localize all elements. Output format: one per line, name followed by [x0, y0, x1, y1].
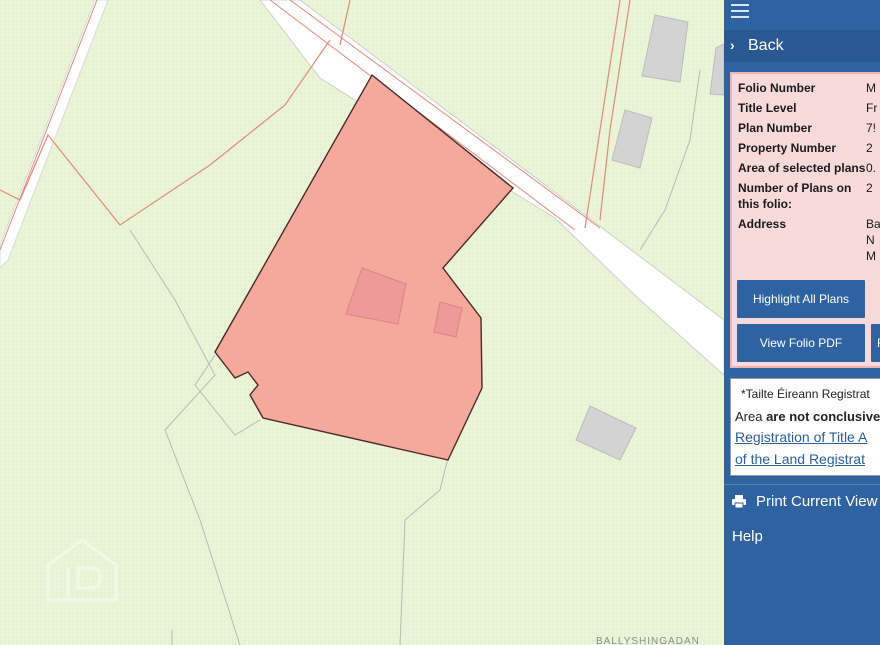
map-svg: [0, 0, 724, 645]
info-row: Plan Number 7!: [738, 120, 880, 136]
info-key: Number of Plans on this folio:: [738, 181, 852, 211]
registration-title-link[interactable]: Registration of Title A: [735, 429, 867, 445]
info-row: Area of selected plans 0.: [738, 160, 880, 176]
menu-bar: [724, 0, 880, 28]
view-folio-pdf-button[interactable]: View Folio PDF: [737, 324, 865, 362]
info-value: M: [866, 81, 876, 95]
menu-icon[interactable]: [731, 4, 749, 20]
info-value: 2: [866, 141, 873, 155]
back-label: Back: [748, 37, 784, 54]
info-key: Address: [738, 217, 787, 231]
info-value: 2: [866, 181, 873, 195]
info-value: 0.: [866, 161, 877, 175]
folio-info-card: Folio Number M Title Level Fr Plan Numbe…: [730, 72, 880, 368]
disclaimer-text: Area: [735, 409, 767, 424]
info-row: Folio Number M: [738, 80, 880, 96]
info-key: Plan Number: [738, 121, 813, 135]
disclaimer-emphasis: are not conclusive: [766, 409, 880, 424]
info-key: Title Level: [738, 101, 797, 115]
highlight-all-plans-button[interactable]: Highlight All Plans: [737, 280, 865, 318]
print-icon: [732, 495, 746, 508]
disclaimer-box: *Tailte Éireann Registrat Area are not c…: [730, 378, 880, 476]
folio-info-table: Folio Number M Title Level Fr Plan Numbe…: [738, 80, 880, 268]
info-row: Number of Plans on this folio: 2: [738, 180, 880, 212]
info-key: Area of selected plans: [738, 161, 866, 175]
info-value: Fr: [866, 101, 878, 115]
info-value: 7!: [866, 121, 877, 135]
print-current-view-button[interactable]: Print Current View: [724, 486, 880, 518]
road-name-label: BALLYSHINGADAN: [596, 636, 700, 645]
disclaimer-line: Area are not conclusive: [735, 409, 880, 424]
extra-action-button[interactable]: F: [871, 324, 880, 362]
info-key: Folio Number: [738, 81, 816, 95]
side-panel: › Back Folio Number M Title Level Fr Pla…: [724, 0, 880, 645]
info-row: Property Number 2: [738, 140, 880, 156]
info-row: Title Level Fr: [738, 100, 880, 116]
print-label: Print Current View: [756, 493, 878, 510]
disclaimer-line: *Tailte Éireann Registrat: [741, 387, 870, 401]
panel-divider: [724, 484, 880, 485]
map-canvas[interactable]: BALLYSHINGADAN: [0, 0, 724, 645]
land-registration-link[interactable]: of the Land Registrat: [735, 451, 865, 467]
back-button[interactable]: › Back: [724, 30, 880, 62]
help-link[interactable]: Help: [724, 524, 880, 552]
chevron-right-icon: ›: [730, 37, 735, 53]
info-row: Address Ba N M: [738, 216, 880, 264]
info-value: Ba N M: [866, 217, 880, 263]
help-label: Help: [732, 528, 763, 545]
info-key: Property Number: [738, 141, 837, 155]
